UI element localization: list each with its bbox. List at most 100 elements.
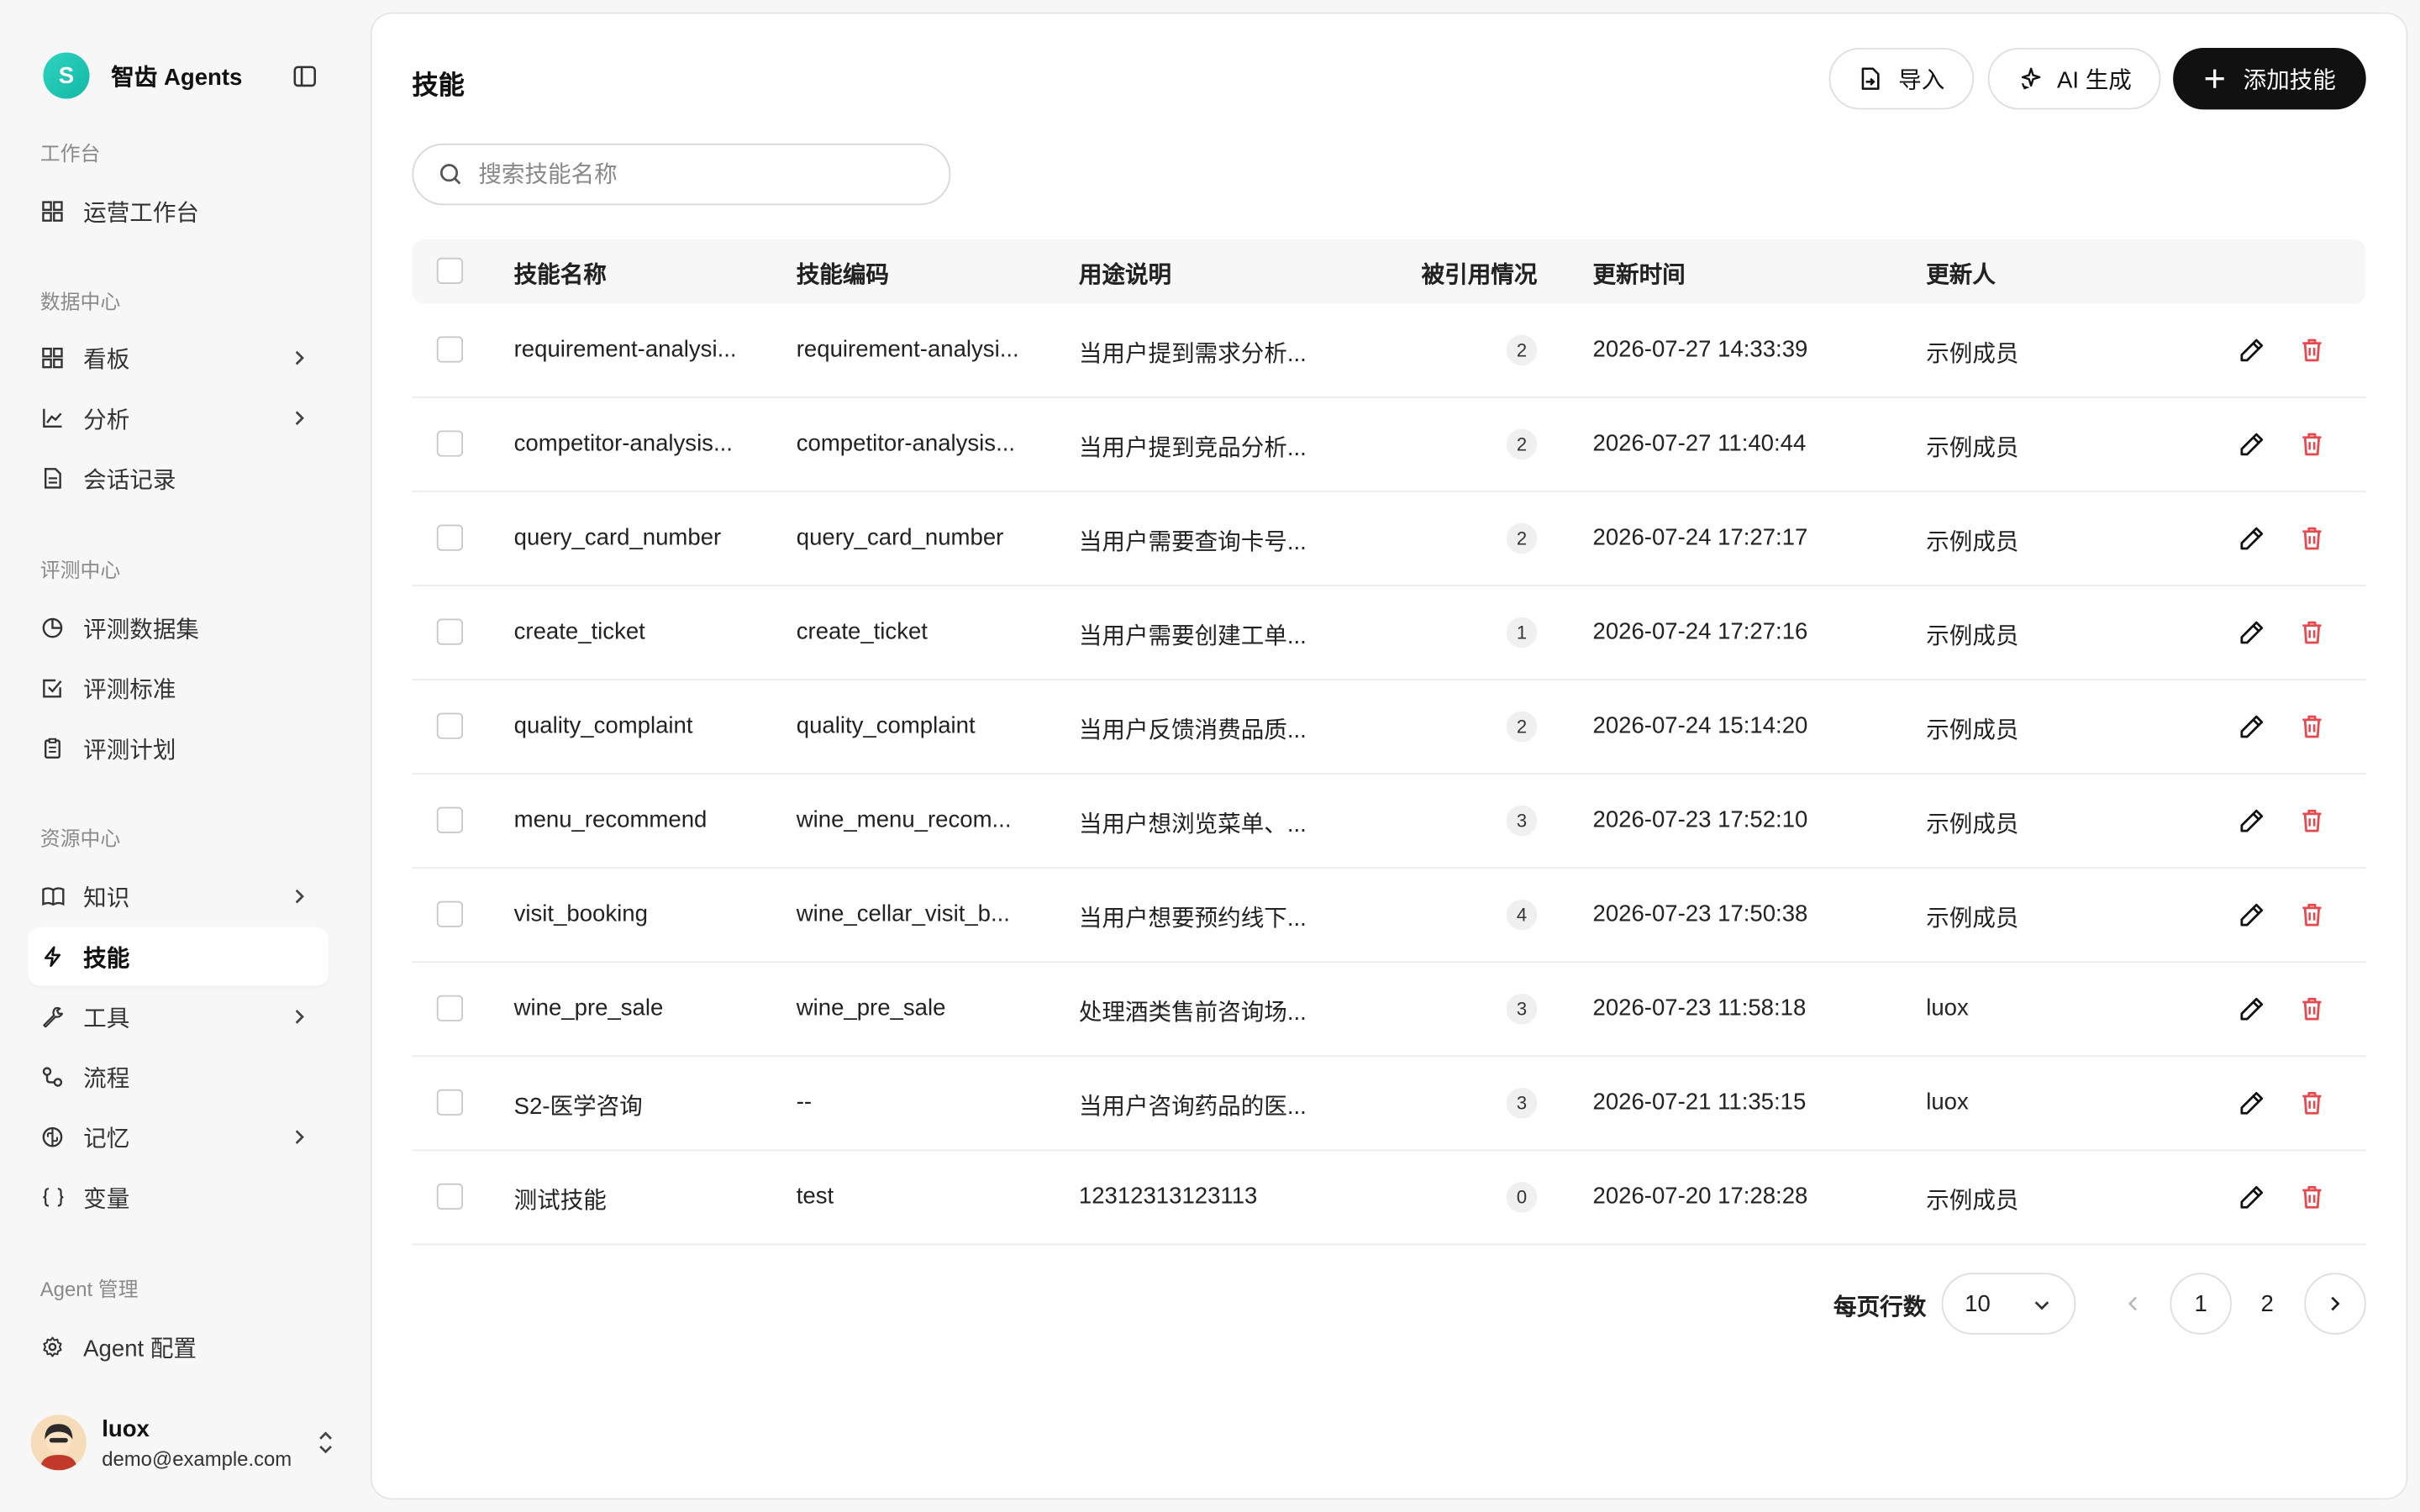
edit-icon[interactable] [2238,1184,2265,1211]
column-header-description[interactable]: 用途说明 [1079,258,1171,291]
trash-icon[interactable] [2298,1184,2326,1211]
add-skill-button[interactable]: 添加技能 [2173,47,2366,110]
document-icon [40,466,65,491]
edit-icon[interactable] [2238,524,2265,552]
sidebar-item-label: 评测计划 [83,737,176,764]
sidebar-item-dashboard[interactable]: 看板 [28,328,329,387]
row-checkbox[interactable] [436,900,464,927]
import-button[interactable]: 导入 [1828,47,1975,110]
table-row[interactable]: wine_pre_sale wine_pre_sale 处理酒类售前咨询场... 3 2… [412,963,2366,1058]
user-menu[interactable]: luox demo@example.com [30,1407,339,1478]
chevron-right-icon [2331,1296,2340,1311]
sidebar-toggle-icon[interactable] [293,65,317,88]
table-row[interactable]: visit_booking wine_cellar_visit_b... 当用户想要… [412,869,2366,963]
brand[interactable]: S 智齿 Agents [43,52,242,99]
sidebar-item-analysis[interactable]: 分析 [28,389,329,448]
row-checkbox[interactable] [436,524,464,551]
column-header-updated-time[interactable]: 更新时间 [1593,258,1686,291]
trash-icon[interactable] [2298,807,2326,835]
page-button-2[interactable]: 2 [2236,1273,2297,1334]
column-header-name[interactable]: 技能名称 [514,258,607,291]
row-checkbox[interactable] [436,618,464,645]
trash-icon[interactable] [2298,901,2326,929]
skill-description: 当用户想要预约线下... [1078,906,1307,932]
sidebar-item-tools[interactable]: 工具 [28,988,329,1047]
sidebar-item-label: 记忆 [83,1125,130,1152]
search-input[interactable] [478,160,927,188]
row-checkbox[interactable] [436,336,464,363]
reference-count-badge[interactable]: 3 [1506,1087,1538,1119]
column-header-code[interactable]: 技能编码 [797,258,889,291]
trash-icon[interactable] [2298,1089,2326,1117]
reference-count-badge[interactable]: 3 [1506,805,1538,837]
row-checkbox[interactable] [436,712,464,739]
page-button-1[interactable]: 1 [2170,1273,2232,1335]
reference-count-badge[interactable]: 2 [1506,711,1538,743]
edit-icon[interactable] [2238,901,2265,929]
sidebar-item-sessions[interactable]: 会话记录 [28,449,329,507]
sidebar-item-eval-dataset[interactable]: 评测数据集 [28,599,329,658]
sidebar-item-operations[interactable]: 运营工作台 [28,182,329,241]
ai-generate-label: AI 生成 [2057,66,2132,94]
table-row[interactable]: create_ticket create_ticket 当用户需要创建工单... 1 2… [412,586,2366,680]
edit-icon[interactable] [2238,713,2265,741]
sidebar-item-skills[interactable]: 技能 [28,927,329,986]
user-name: luox [102,1415,150,1442]
table-row[interactable]: menu_recommend wine_menu_recom... 当用户想浏览菜单… [412,774,2366,869]
sidebar: S 智齿 Agents 工作台 运营工作台 数据中心 看板 分析 会话记录 评测… [0,0,371,1512]
edit-icon[interactable] [2238,619,2265,647]
reference-count-badge[interactable]: 2 [1506,428,1538,460]
updated-time: 2026-07-24 15:14:20 [1592,712,1808,739]
column-header-updater[interactable]: 更新人 [1926,258,1996,291]
table-row[interactable]: 测试技能 test 12312313123113 0 2026-07-20 17:28:… [412,1151,2366,1246]
sidebar-item-agent-config[interactable]: Agent 配置 [28,1318,329,1377]
ai-generate-button[interactable]: AI 生成 [1987,47,2161,110]
chevron-up-down-icon[interactable] [315,1429,337,1457]
reference-count-badge[interactable]: 3 [1506,993,1538,1025]
chevron-down-icon [2031,1294,2053,1316]
table-row[interactable]: requirement-analysi... requirement-analys… [412,304,2366,398]
trash-icon[interactable] [2298,713,2326,741]
reference-count-badge[interactable]: 2 [1506,334,1538,366]
chevron-right-icon [288,407,310,429]
updater: 示例成员 [1926,623,2019,650]
table-row[interactable]: quality_complaint quality_complaint 当用户反馈消… [412,680,2366,775]
grid-icon [40,199,65,223]
trash-icon[interactable] [2298,995,2326,1023]
edit-icon[interactable] [2238,430,2265,458]
prev-page-button[interactable] [2102,1273,2164,1334]
select-all-checkbox[interactable] [436,257,464,284]
row-checkbox[interactable] [436,806,464,833]
reference-count-badge[interactable]: 4 [1506,899,1538,931]
edit-icon[interactable] [2238,336,2265,364]
trash-icon[interactable] [2298,430,2326,458]
table-row[interactable]: query_card_number query_card_number 当用户需要查… [412,492,2366,586]
trash-icon[interactable] [2298,619,2326,647]
row-checkbox[interactable] [436,995,464,1021]
column-header-references[interactable]: 被引用情况 [1422,258,1538,291]
reference-count-badge[interactable]: 0 [1506,1181,1538,1213]
sidebar-item-eval-standard[interactable]: 评测标准 [28,659,329,717]
row-checkbox[interactable] [436,1183,464,1210]
table-row[interactable]: competitor-analysis... competitor-analysi… [412,398,2366,492]
next-page-button[interactable] [2304,1273,2366,1335]
rows-per-page-select[interactable]: 10 [1941,1273,2076,1335]
edit-icon[interactable] [2238,1089,2265,1117]
trash-icon[interactable] [2298,524,2326,552]
edit-icon[interactable] [2238,995,2265,1023]
sidebar-item-variables[interactable]: 变量 [28,1168,329,1226]
sidebar-item-eval-plan[interactable]: 评测计划 [28,719,329,778]
row-checkbox[interactable] [436,1089,464,1116]
table-row[interactable]: S2-医学咨询 -- 当用户咨询药品的医... 3 2026-07-21 11:35:1… [412,1057,2366,1152]
edit-icon[interactable] [2238,807,2265,835]
sidebar-item-label: 运营工作台 [83,199,199,227]
sidebar-item-flows[interactable]: 流程 [28,1047,329,1106]
search-box[interactable] [412,143,951,206]
trash-icon[interactable] [2298,336,2326,364]
sidebar-item-knowledge[interactable]: 知识 [28,867,329,926]
row-checkbox[interactable] [436,430,464,457]
sidebar-item-label: 评测数据集 [83,616,199,643]
sidebar-item-memory[interactable]: 记忆 [28,1108,329,1167]
reference-count-badge[interactable]: 2 [1506,522,1538,554]
reference-count-badge[interactable]: 1 [1506,617,1538,648]
